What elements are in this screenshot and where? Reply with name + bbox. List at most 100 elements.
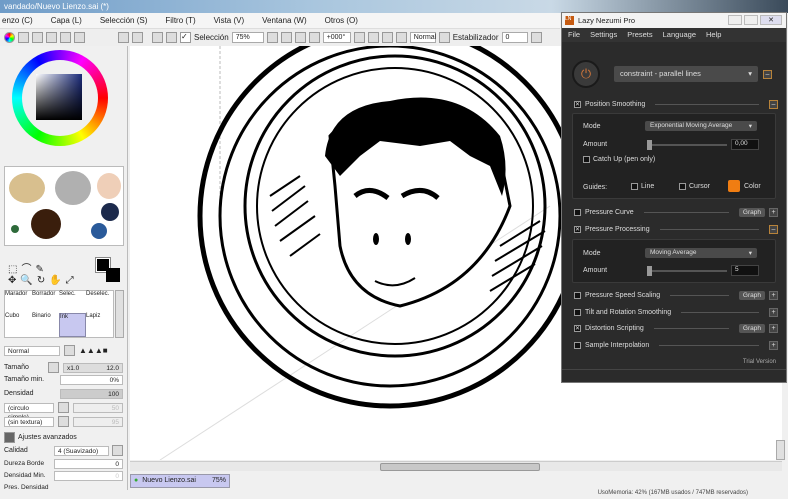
- secondary-color[interactable]: [106, 268, 120, 282]
- zoom-in-button[interactable]: [294, 32, 306, 43]
- lnp-menu-help[interactable]: Help: [706, 30, 721, 40]
- min-density-slider[interactable]: 0: [54, 470, 123, 481]
- tool-marker[interactable]: Marador: [5, 291, 32, 313]
- maximize-button[interactable]: [744, 15, 758, 25]
- rotate-left-button[interactable]: [367, 32, 379, 43]
- rgb-slider-icon[interactable]: [18, 32, 29, 43]
- stabilizer-dropdown[interactable]: [530, 32, 542, 43]
- menu-layer[interactable]: Capa (L): [51, 16, 82, 25]
- zoom-field[interactable]: 75%: [231, 32, 264, 43]
- tool-select[interactable]: Selec.: [59, 291, 86, 313]
- lnp-menu-settings[interactable]: Settings: [590, 30, 617, 40]
- texture-strength[interactable]: 95: [73, 416, 123, 427]
- menu-canvas[interactable]: enzo (C): [2, 16, 33, 25]
- tool-binary[interactable]: Binario: [32, 313, 59, 337]
- tool-deselect[interactable]: Deselec.: [86, 291, 113, 313]
- scratchpad-icon[interactable]: [60, 32, 71, 43]
- close-button[interactable]: ✕: [760, 15, 782, 25]
- position-smoothing-checkbox[interactable]: ✕: [574, 100, 581, 108]
- color-mixer-icon[interactable]: [74, 32, 85, 43]
- pressure-processing-checkbox[interactable]: ✕: [574, 225, 581, 233]
- menu-window[interactable]: Ventana (W): [262, 16, 306, 25]
- zoom-out-button[interactable]: [280, 32, 292, 43]
- deselect-button[interactable]: [118, 32, 129, 43]
- sample-interpolation-checkbox[interactable]: [574, 341, 581, 349]
- rotate-right-button[interactable]: [381, 32, 393, 43]
- pp-amount-slider[interactable]: [647, 266, 727, 276]
- blend-mode-dropdown[interactable]: [64, 345, 75, 356]
- swatch-brown[interactable]: [31, 209, 61, 239]
- hscroll-thumb[interactable]: [380, 463, 540, 471]
- preset-select[interactable]: constraint - parallel lines ▾: [614, 66, 758, 82]
- selection-checkbox[interactable]: ✓: [180, 32, 191, 43]
- quality-dropdown[interactable]: [112, 445, 123, 456]
- lnp-menu-file[interactable]: File: [568, 30, 580, 40]
- swatch-blue[interactable]: [91, 223, 107, 239]
- blend-select[interactable]: Normal: [409, 32, 436, 43]
- rotation-field[interactable]: +000°: [322, 32, 351, 43]
- pp-mode-select[interactable]: Moving Average ▾: [645, 248, 757, 258]
- flip-button[interactable]: [395, 32, 407, 43]
- pressure-speed-checkbox[interactable]: [574, 291, 581, 299]
- shape-strength[interactable]: 50: [73, 402, 123, 413]
- lnp-menu-presets[interactable]: Presets: [627, 30, 652, 40]
- canvas-hscrollbar[interactable]: [130, 461, 782, 471]
- distortion-expand[interactable]: +: [769, 323, 778, 333]
- size-slider[interactable]: x1.0 12.0: [63, 362, 123, 373]
- advanced-toggle[interactable]: [4, 432, 15, 443]
- tool-ink[interactable]: Ink: [59, 313, 86, 337]
- catch-up-checkbox[interactable]: [583, 156, 590, 163]
- guide-line-checkbox[interactable]: [631, 183, 638, 190]
- ps-amount-slider[interactable]: [647, 140, 727, 150]
- hardness-slider[interactable]: 0: [54, 458, 123, 469]
- lnp-menu-language[interactable]: Language: [663, 30, 696, 40]
- guide-cursor-checkbox[interactable]: [679, 183, 686, 190]
- pressure-curve-checkbox[interactable]: [574, 208, 581, 216]
- selection-tools[interactable]: ⬚⌒✎ ✥🔍↻✋⤢: [8, 260, 88, 286]
- size-mult-button[interactable]: [48, 362, 59, 373]
- tilt-checkbox[interactable]: [574, 308, 581, 316]
- shape-select[interactable]: (circulo simple): [4, 402, 54, 421]
- pp-amount-field[interactable]: 5: [731, 265, 759, 276]
- redo-button[interactable]: [166, 32, 177, 43]
- texture-select[interactable]: (sin textura): [4, 416, 54, 427]
- shape-dropdown[interactable]: [58, 402, 69, 413]
- preset-collapse-button[interactable]: –: [763, 70, 772, 79]
- power-button[interactable]: ⏻: [572, 60, 600, 88]
- distortion-checkbox[interactable]: ✕: [574, 324, 581, 332]
- position-smoothing-collapse[interactable]: –: [769, 99, 778, 109]
- tool-pencil[interactable]: Lapiz: [86, 313, 113, 337]
- tool-bucket[interactable]: Cubo: [5, 313, 32, 337]
- zoom-reset-button[interactable]: [266, 32, 278, 43]
- tool-eraser[interactable]: Borrador: [32, 291, 59, 313]
- pressure-speed-graph-button[interactable]: Graph: [738, 290, 765, 300]
- menu-selection[interactable]: Selección (S): [100, 16, 148, 25]
- saturation-value-square[interactable]: [36, 74, 82, 120]
- swatch-green[interactable]: [11, 225, 19, 233]
- swatch-navy[interactable]: [101, 203, 119, 221]
- tilt-expand[interactable]: +: [769, 307, 778, 317]
- blend-mode-select[interactable]: Normal: [4, 345, 60, 356]
- hsv-slider-icon[interactable]: [32, 32, 43, 43]
- document-tab[interactable]: ● Nuevo Lienzo.sai 75%: [130, 474, 230, 488]
- texture-dropdown[interactable]: [58, 416, 69, 427]
- pressure-curve-expand[interactable]: +: [769, 207, 778, 217]
- minimize-button[interactable]: [728, 15, 742, 25]
- ps-mode-select[interactable]: Exponential Moving Average ▾: [645, 121, 757, 131]
- color-wheel-icon[interactable]: [4, 32, 15, 43]
- distortion-graph-button[interactable]: Graph: [738, 323, 765, 333]
- min-size-slider[interactable]: 0%: [60, 374, 123, 385]
- invert-button[interactable]: [132, 32, 143, 43]
- menu-filter[interactable]: Filtro (T): [165, 16, 195, 25]
- swatch-gray[interactable]: [55, 171, 91, 205]
- stabilizer-field[interactable]: 0: [501, 32, 528, 43]
- menu-others[interactable]: Otros (O): [325, 16, 358, 25]
- pressure-curve-graph-button[interactable]: Graph: [738, 207, 765, 217]
- density-slider[interactable]: 100: [60, 388, 123, 399]
- ps-amount-field[interactable]: 0,00: [731, 139, 759, 150]
- menu-view[interactable]: Vista (V): [214, 16, 245, 25]
- pressure-processing-collapse[interactable]: –: [769, 224, 778, 234]
- quality-select[interactable]: 4 (Suavizado): [54, 445, 109, 456]
- rotate-reset-button[interactable]: [353, 32, 365, 43]
- blend-dropdown-button[interactable]: [438, 32, 450, 43]
